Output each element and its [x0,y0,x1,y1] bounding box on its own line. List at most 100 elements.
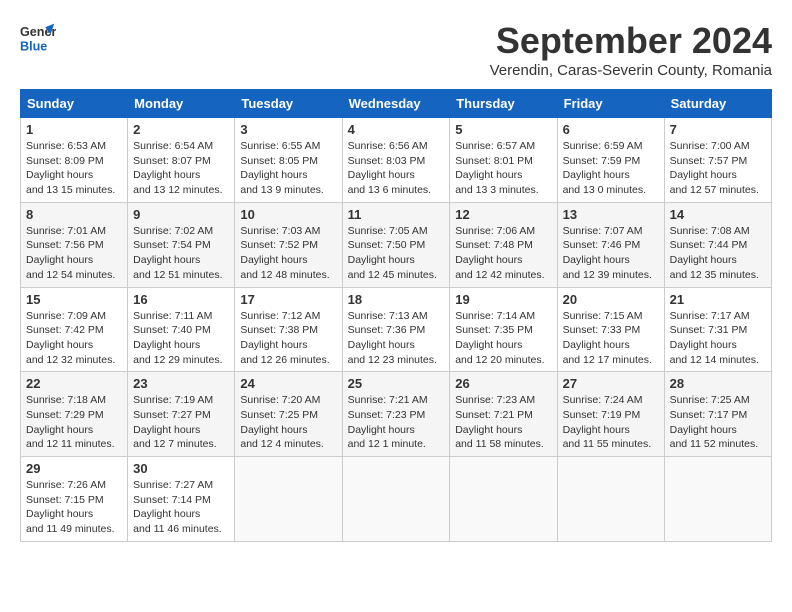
day-info: Sunrise: 7:08 AMSunset: 7:44 PMDaylight … [670,225,759,281]
location-subtitle: Verendin, Caras-Severin County, Romania [490,62,772,79]
day-info: Sunrise: 7:01 AMSunset: 7:56 PMDaylight … [26,225,115,281]
day-info: Sunrise: 7:26 AMSunset: 7:15 PMDaylight … [26,479,115,535]
calendar-day-cell: 22 Sunrise: 7:18 AMSunset: 7:29 PMDaylig… [21,372,128,457]
day-info: Sunrise: 7:19 AMSunset: 7:27 PMDaylight … [133,394,216,450]
day-number: 24 [240,376,336,391]
day-number: 6 [563,122,659,137]
calendar-day-cell [450,457,557,542]
day-number: 5 [455,122,551,137]
calendar-day-cell: 28 Sunrise: 7:25 AMSunset: 7:17 PMDaylig… [664,372,771,457]
calendar-day-cell: 10 Sunrise: 7:03 AMSunset: 7:52 PMDaylig… [235,202,342,287]
calendar-day-cell: 3 Sunrise: 6:55 AMSunset: 8:05 PMDayligh… [235,118,342,203]
day-number: 23 [133,376,229,391]
day-info: Sunrise: 7:23 AMSunset: 7:21 PMDaylight … [455,394,544,450]
calendar-week-row: 1 Sunrise: 6:53 AMSunset: 8:09 PMDayligh… [21,118,772,203]
day-info: Sunrise: 6:56 AMSunset: 8:03 PMDaylight … [348,140,431,196]
day-number: 26 [455,376,551,391]
day-info: Sunrise: 7:14 AMSunset: 7:35 PMDaylight … [455,310,544,366]
calendar-day-cell: 6 Sunrise: 6:59 AMSunset: 7:59 PMDayligh… [557,118,664,203]
day-info: Sunrise: 6:55 AMSunset: 8:05 PMDaylight … [240,140,323,196]
day-info: Sunrise: 7:27 AMSunset: 7:14 PMDaylight … [133,479,222,535]
calendar-day-cell: 23 Sunrise: 7:19 AMSunset: 7:27 PMDaylig… [128,372,235,457]
day-info: Sunrise: 7:25 AMSunset: 7:17 PMDaylight … [670,394,759,450]
day-number: 12 [455,207,551,222]
calendar-day-cell: 2 Sunrise: 6:54 AMSunset: 8:07 PMDayligh… [128,118,235,203]
weekday-header-cell: Friday [557,90,664,118]
calendar-day-cell: 16 Sunrise: 7:11 AMSunset: 7:40 PMDaylig… [128,287,235,372]
calendar-day-cell: 8 Sunrise: 7:01 AMSunset: 7:56 PMDayligh… [21,202,128,287]
logo-icon: General Blue [20,20,56,56]
day-info: Sunrise: 7:21 AMSunset: 7:23 PMDaylight … [348,394,428,450]
day-number: 16 [133,292,229,307]
day-info: Sunrise: 6:53 AMSunset: 8:09 PMDaylight … [26,140,115,196]
day-number: 9 [133,207,229,222]
calendar-day-cell: 29 Sunrise: 7:26 AMSunset: 7:15 PMDaylig… [21,457,128,542]
calendar-day-cell: 11 Sunrise: 7:05 AMSunset: 7:50 PMDaylig… [342,202,450,287]
weekday-header-cell: Wednesday [342,90,450,118]
calendar-day-cell: 25 Sunrise: 7:21 AMSunset: 7:23 PMDaylig… [342,372,450,457]
day-number: 11 [348,207,445,222]
day-number: 10 [240,207,336,222]
weekday-header-cell: Tuesday [235,90,342,118]
day-number: 20 [563,292,659,307]
title-section: September 2024 Verendin, Caras-Severin C… [490,20,772,79]
calendar-day-cell: 13 Sunrise: 7:07 AMSunset: 7:46 PMDaylig… [557,202,664,287]
day-number: 2 [133,122,229,137]
calendar-day-cell: 24 Sunrise: 7:20 AMSunset: 7:25 PMDaylig… [235,372,342,457]
day-number: 14 [670,207,766,222]
day-info: Sunrise: 7:06 AMSunset: 7:48 PMDaylight … [455,225,544,281]
weekday-header-cell: Saturday [664,90,771,118]
day-number: 21 [670,292,766,307]
day-info: Sunrise: 7:12 AMSunset: 7:38 PMDaylight … [240,310,329,366]
day-info: Sunrise: 7:09 AMSunset: 7:42 PMDaylight … [26,310,115,366]
day-number: 15 [26,292,122,307]
day-info: Sunrise: 7:20 AMSunset: 7:25 PMDaylight … [240,394,323,450]
day-info: Sunrise: 7:05 AMSunset: 7:50 PMDaylight … [348,225,437,281]
calendar-week-row: 8 Sunrise: 7:01 AMSunset: 7:56 PMDayligh… [21,202,772,287]
calendar-week-row: 15 Sunrise: 7:09 AMSunset: 7:42 PMDaylig… [21,287,772,372]
logo: General Blue [20,20,56,56]
calendar-day-cell: 27 Sunrise: 7:24 AMSunset: 7:19 PMDaylig… [557,372,664,457]
header: General Blue September 2024 Verendin, Ca… [20,20,772,79]
calendar-week-row: 22 Sunrise: 7:18 AMSunset: 7:29 PMDaylig… [21,372,772,457]
day-info: Sunrise: 6:59 AMSunset: 7:59 PMDaylight … [563,140,646,196]
day-info: Sunrise: 7:18 AMSunset: 7:29 PMDaylight … [26,394,115,450]
day-info: Sunrise: 7:15 AMSunset: 7:33 PMDaylight … [563,310,652,366]
day-info: Sunrise: 6:57 AMSunset: 8:01 PMDaylight … [455,140,538,196]
day-number: 18 [348,292,445,307]
calendar-day-cell: 1 Sunrise: 6:53 AMSunset: 8:09 PMDayligh… [21,118,128,203]
calendar-day-cell: 9 Sunrise: 7:02 AMSunset: 7:54 PMDayligh… [128,202,235,287]
calendar-day-cell: 19 Sunrise: 7:14 AMSunset: 7:35 PMDaylig… [450,287,557,372]
day-info: Sunrise: 7:24 AMSunset: 7:19 PMDaylight … [563,394,652,450]
day-info: Sunrise: 6:54 AMSunset: 8:07 PMDaylight … [133,140,222,196]
calendar-day-cell: 5 Sunrise: 6:57 AMSunset: 8:01 PMDayligh… [450,118,557,203]
svg-text:Blue: Blue [20,40,47,54]
calendar-body: 1 Sunrise: 6:53 AMSunset: 8:09 PMDayligh… [21,118,772,542]
calendar-day-cell [342,457,450,542]
day-info: Sunrise: 7:13 AMSunset: 7:36 PMDaylight … [348,310,437,366]
month-title: September 2024 [490,20,772,62]
calendar-day-cell: 12 Sunrise: 7:06 AMSunset: 7:48 PMDaylig… [450,202,557,287]
day-number: 25 [348,376,445,391]
day-number: 8 [26,207,122,222]
calendar-day-cell [664,457,771,542]
day-info: Sunrise: 7:00 AMSunset: 7:57 PMDaylight … [670,140,759,196]
day-info: Sunrise: 7:11 AMSunset: 7:40 PMDaylight … [133,310,222,366]
calendar-day-cell [235,457,342,542]
calendar-day-cell: 18 Sunrise: 7:13 AMSunset: 7:36 PMDaylig… [342,287,450,372]
weekday-header-row: SundayMondayTuesdayWednesdayThursdayFrid… [21,90,772,118]
day-number: 29 [26,461,122,476]
calendar-table: SundayMondayTuesdayWednesdayThursdayFrid… [20,89,772,542]
day-number: 28 [670,376,766,391]
calendar-day-cell: 20 Sunrise: 7:15 AMSunset: 7:33 PMDaylig… [557,287,664,372]
day-info: Sunrise: 7:03 AMSunset: 7:52 PMDaylight … [240,225,329,281]
weekday-header-cell: Monday [128,90,235,118]
weekday-header-cell: Sunday [21,90,128,118]
day-number: 22 [26,376,122,391]
calendar-day-cell: 4 Sunrise: 6:56 AMSunset: 8:03 PMDayligh… [342,118,450,203]
calendar-day-cell: 14 Sunrise: 7:08 AMSunset: 7:44 PMDaylig… [664,202,771,287]
day-info: Sunrise: 7:07 AMSunset: 7:46 PMDaylight … [563,225,652,281]
day-number: 1 [26,122,122,137]
calendar-day-cell [557,457,664,542]
calendar-day-cell: 17 Sunrise: 7:12 AMSunset: 7:38 PMDaylig… [235,287,342,372]
